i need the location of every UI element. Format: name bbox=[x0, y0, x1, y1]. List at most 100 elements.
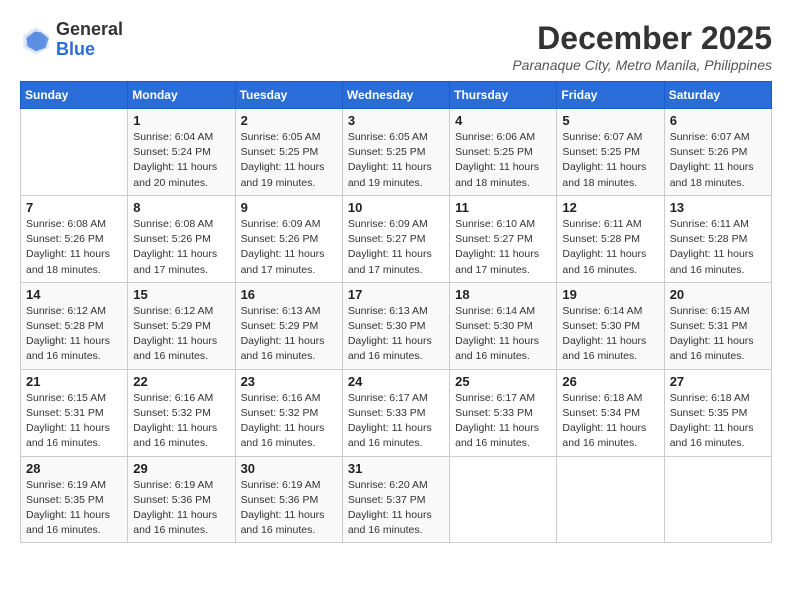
calendar-cell: 17 Sunrise: 6:13 AMSunset: 5:30 PMDayligh… bbox=[342, 282, 449, 369]
day-info: Sunrise: 6:19 AMSunset: 5:35 PMDaylight:… bbox=[26, 478, 122, 539]
calendar-cell: 6 Sunrise: 6:07 AMSunset: 5:26 PMDaylight… bbox=[664, 109, 771, 196]
day-info: Sunrise: 6:08 AMSunset: 5:26 PMDaylight:… bbox=[133, 217, 229, 278]
title-block: December 2025 Paranaque City, Metro Mani… bbox=[512, 20, 772, 73]
day-number: 23 bbox=[241, 374, 337, 389]
day-number: 1 bbox=[133, 113, 229, 128]
day-number: 27 bbox=[670, 374, 766, 389]
day-number: 21 bbox=[26, 374, 122, 389]
day-number: 15 bbox=[133, 287, 229, 302]
day-info: Sunrise: 6:19 AMSunset: 5:36 PMDaylight:… bbox=[133, 478, 229, 539]
day-number: 2 bbox=[241, 113, 337, 128]
day-info: Sunrise: 6:09 AMSunset: 5:26 PMDaylight:… bbox=[241, 217, 337, 278]
day-number: 5 bbox=[562, 113, 658, 128]
calendar-cell: 3 Sunrise: 6:05 AMSunset: 5:25 PMDaylight… bbox=[342, 109, 449, 196]
calendar-cell: 27 Sunrise: 6:18 AMSunset: 5:35 PMDayligh… bbox=[664, 369, 771, 456]
calendar-cell: 28 Sunrise: 6:19 AMSunset: 5:35 PMDayligh… bbox=[21, 456, 128, 543]
day-info: Sunrise: 6:17 AMSunset: 5:33 PMDaylight:… bbox=[348, 391, 444, 452]
day-number: 20 bbox=[670, 287, 766, 302]
day-info: Sunrise: 6:13 AMSunset: 5:29 PMDaylight:… bbox=[241, 304, 337, 365]
day-info: Sunrise: 6:15 AMSunset: 5:31 PMDaylight:… bbox=[26, 391, 122, 452]
calendar-cell: 7 Sunrise: 6:08 AMSunset: 5:26 PMDaylight… bbox=[21, 195, 128, 282]
day-info: Sunrise: 6:16 AMSunset: 5:32 PMDaylight:… bbox=[241, 391, 337, 452]
calendar-cell: 15 Sunrise: 6:12 AMSunset: 5:29 PMDayligh… bbox=[128, 282, 235, 369]
day-number: 19 bbox=[562, 287, 658, 302]
calendar-cell: 14 Sunrise: 6:12 AMSunset: 5:28 PMDayligh… bbox=[21, 282, 128, 369]
day-number: 30 bbox=[241, 461, 337, 476]
calendar-week-5: 28 Sunrise: 6:19 AMSunset: 5:35 PMDayligh… bbox=[21, 456, 772, 543]
day-info: Sunrise: 6:13 AMSunset: 5:30 PMDaylight:… bbox=[348, 304, 444, 365]
day-number: 22 bbox=[133, 374, 229, 389]
day-number: 12 bbox=[562, 200, 658, 215]
day-info: Sunrise: 6:07 AMSunset: 5:26 PMDaylight:… bbox=[670, 130, 766, 191]
calendar-cell: 21 Sunrise: 6:15 AMSunset: 5:31 PMDayligh… bbox=[21, 369, 128, 456]
calendar-cell: 12 Sunrise: 6:11 AMSunset: 5:28 PMDayligh… bbox=[557, 195, 664, 282]
column-header-thursday: Thursday bbox=[450, 82, 557, 109]
day-number: 26 bbox=[562, 374, 658, 389]
day-number: 3 bbox=[348, 113, 444, 128]
calendar-week-4: 21 Sunrise: 6:15 AMSunset: 5:31 PMDayligh… bbox=[21, 369, 772, 456]
calendar-cell: 2 Sunrise: 6:05 AMSunset: 5:25 PMDaylight… bbox=[235, 109, 342, 196]
day-number: 8 bbox=[133, 200, 229, 215]
column-header-tuesday: Tuesday bbox=[235, 82, 342, 109]
calendar-cell: 16 Sunrise: 6:13 AMSunset: 5:29 PMDayligh… bbox=[235, 282, 342, 369]
calendar-header: SundayMondayTuesdayWednesdayThursdayFrid… bbox=[21, 82, 772, 109]
day-info: Sunrise: 6:05 AMSunset: 5:25 PMDaylight:… bbox=[348, 130, 444, 191]
day-info: Sunrise: 6:12 AMSunset: 5:28 PMDaylight:… bbox=[26, 304, 122, 365]
calendar-cell: 24 Sunrise: 6:17 AMSunset: 5:33 PMDayligh… bbox=[342, 369, 449, 456]
day-info: Sunrise: 6:05 AMSunset: 5:25 PMDaylight:… bbox=[241, 130, 337, 191]
month-title: December 2025 bbox=[512, 20, 772, 57]
day-info: Sunrise: 6:07 AMSunset: 5:25 PMDaylight:… bbox=[562, 130, 658, 191]
day-info: Sunrise: 6:17 AMSunset: 5:33 PMDaylight:… bbox=[455, 391, 551, 452]
day-info: Sunrise: 6:04 AMSunset: 5:24 PMDaylight:… bbox=[133, 130, 229, 191]
day-number: 18 bbox=[455, 287, 551, 302]
calendar-cell: 1 Sunrise: 6:04 AMSunset: 5:24 PMDaylight… bbox=[128, 109, 235, 196]
calendar-cell: 9 Sunrise: 6:09 AMSunset: 5:26 PMDaylight… bbox=[235, 195, 342, 282]
day-number: 11 bbox=[455, 200, 551, 215]
day-number: 25 bbox=[455, 374, 551, 389]
day-number: 29 bbox=[133, 461, 229, 476]
day-info: Sunrise: 6:11 AMSunset: 5:28 PMDaylight:… bbox=[562, 217, 658, 278]
calendar-cell: 23 Sunrise: 6:16 AMSunset: 5:32 PMDayligh… bbox=[235, 369, 342, 456]
calendar-cell: 11Sunrise: 6:10 AMSunset: 5:27 PMDayligh… bbox=[450, 195, 557, 282]
calendar-cell: 4Sunrise: 6:06 AMSunset: 5:25 PMDaylight… bbox=[450, 109, 557, 196]
day-number: 16 bbox=[241, 287, 337, 302]
day-info: Sunrise: 6:12 AMSunset: 5:29 PMDaylight:… bbox=[133, 304, 229, 365]
day-info: Sunrise: 6:15 AMSunset: 5:31 PMDaylight:… bbox=[670, 304, 766, 365]
day-info: Sunrise: 6:14 AMSunset: 5:30 PMDaylight:… bbox=[455, 304, 551, 365]
calendar-cell: 18 Sunrise: 6:14 AMSunset: 5:30 PMDayligh… bbox=[450, 282, 557, 369]
calendar-table: SundayMondayTuesdayWednesdayThursdayFrid… bbox=[20, 81, 772, 543]
calendar-cell: 8 Sunrise: 6:08 AMSunset: 5:26 PMDaylight… bbox=[128, 195, 235, 282]
calendar-week-3: 14 Sunrise: 6:12 AMSunset: 5:28 PMDayligh… bbox=[21, 282, 772, 369]
day-info: Sunrise: 6:19 AMSunset: 5:36 PMDaylight:… bbox=[241, 478, 337, 539]
day-number: 28 bbox=[26, 461, 122, 476]
calendar-cell bbox=[450, 456, 557, 543]
calendar-cell bbox=[21, 109, 128, 196]
day-number: 6 bbox=[670, 113, 766, 128]
location: Paranaque City, Metro Manila, Philippine… bbox=[512, 57, 772, 73]
calendar-cell bbox=[664, 456, 771, 543]
day-number: 7 bbox=[26, 200, 122, 215]
day-number: 14 bbox=[26, 287, 122, 302]
day-number: 9 bbox=[241, 200, 337, 215]
calendar-cell: 20 Sunrise: 6:15 AMSunset: 5:31 PMDayligh… bbox=[664, 282, 771, 369]
column-header-monday: Monday bbox=[128, 82, 235, 109]
calendar-cell: 29 Sunrise: 6:19 AMSunset: 5:36 PMDayligh… bbox=[128, 456, 235, 543]
day-number: 24 bbox=[348, 374, 444, 389]
calendar-cell: 5 Sunrise: 6:07 AMSunset: 5:25 PMDaylight… bbox=[557, 109, 664, 196]
day-number: 4 bbox=[455, 113, 551, 128]
day-number: 31 bbox=[348, 461, 444, 476]
calendar-week-2: 7 Sunrise: 6:08 AMSunset: 5:26 PMDaylight… bbox=[21, 195, 772, 282]
day-number: 17 bbox=[348, 287, 444, 302]
day-info: Sunrise: 6:20 AMSunset: 5:37 PMDaylight:… bbox=[348, 478, 444, 539]
column-header-wednesday: Wednesday bbox=[342, 82, 449, 109]
day-info: Sunrise: 6:08 AMSunset: 5:26 PMDaylight:… bbox=[26, 217, 122, 278]
day-info: Sunrise: 6:18 AMSunset: 5:35 PMDaylight:… bbox=[670, 391, 766, 452]
day-number: 13 bbox=[670, 200, 766, 215]
day-info: Sunrise: 6:14 AMSunset: 5:30 PMDaylight:… bbox=[562, 304, 658, 365]
day-info: Sunrise: 6:09 AMSunset: 5:27 PMDaylight:… bbox=[348, 217, 444, 278]
calendar-week-1: 1 Sunrise: 6:04 AMSunset: 5:24 PMDaylight… bbox=[21, 109, 772, 196]
calendar-cell: 19 Sunrise: 6:14 AMSunset: 5:30 PMDayligh… bbox=[557, 282, 664, 369]
column-header-saturday: Saturday bbox=[664, 82, 771, 109]
page-header: General Blue December 2025 Paranaque Cit… bbox=[20, 20, 772, 73]
logo: General Blue bbox=[20, 20, 123, 60]
